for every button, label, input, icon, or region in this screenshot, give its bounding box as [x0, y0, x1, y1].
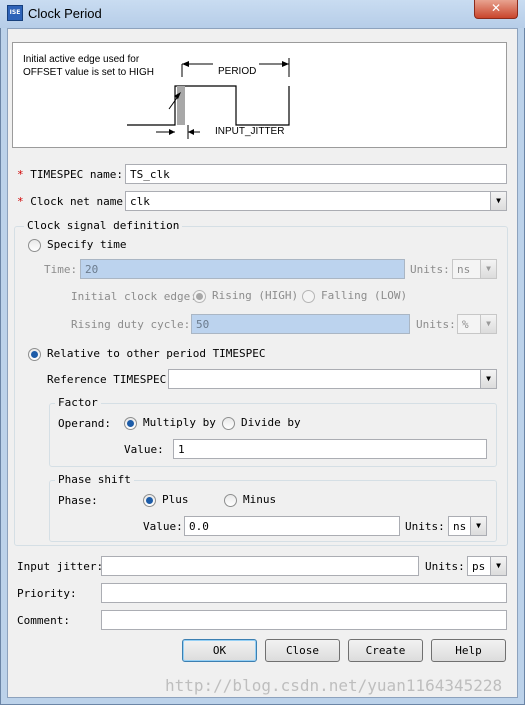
falling-low-radio[interactable]	[302, 290, 315, 303]
diagram-period-label: PERIOD	[218, 66, 257, 77]
clock-net-name-combo[interactable]: clk ▼	[125, 191, 507, 211]
minus-label[interactable]: Minus	[243, 493, 276, 506]
diagram-note-line-1: Initial active edge used for	[23, 54, 140, 65]
clock-signal-definition-title: Clock signal definition	[24, 219, 183, 232]
ise-app-icon: ISE	[7, 5, 23, 21]
diagram-note-line-2: OFFSET value is set to HIGH	[23, 67, 154, 78]
divide-by-radio[interactable]	[222, 417, 235, 430]
input-jitter-input[interactable]	[101, 556, 419, 576]
multiply-by-radio[interactable]	[124, 417, 137, 430]
phase-units-label: Units:	[405, 520, 445, 533]
chevron-down-icon[interactable]: ▼	[480, 370, 496, 388]
rising-high-label: Rising (HIGH)	[212, 289, 299, 302]
window-title: Clock Period	[28, 6, 102, 21]
phase-shift-title: Phase shift	[55, 473, 134, 486]
reference-timespec-combo[interactable]: ▼	[168, 369, 497, 389]
time-units-combo[interactable]: ns ▼	[452, 259, 497, 279]
timing-diagram: Initial active edge used for OFFSET valu…	[12, 42, 507, 148]
priority-label: Priority:	[17, 587, 77, 600]
input-jitter-label: Input jitter:	[17, 560, 104, 573]
timespec-name-label: * TIMESPEC name:	[17, 168, 123, 181]
chevron-down-icon[interactable]: ▼	[490, 192, 506, 210]
reference-timespec-label: Reference TIMESPEC:	[47, 373, 173, 386]
title-bar[interactable]: ISE Clock Period ✕	[0, 0, 525, 28]
rising-high-radio[interactable]	[193, 290, 206, 303]
divide-by-label[interactable]: Divide by	[241, 416, 301, 429]
help-button[interactable]: Help	[431, 639, 506, 662]
plus-radio[interactable]	[143, 494, 156, 507]
multiply-by-label[interactable]: Multiply by	[143, 416, 216, 429]
chevron-down-icon[interactable]: ▼	[470, 517, 486, 535]
comment-input[interactable]	[101, 610, 507, 630]
chevron-down-icon[interactable]: ▼	[490, 557, 506, 575]
phase-value-label: Value:	[143, 520, 183, 533]
diagram-input-jitter-label: INPUT_JITTER	[215, 126, 285, 137]
rising-duty-cycle-input[interactable]: 50	[191, 314, 410, 334]
time-label: Time:	[44, 263, 78, 276]
relative-timespec-label[interactable]: Relative to other period TIMESPEC	[47, 347, 266, 360]
watermark-text: http://blog.csdn.net/yuan1164345228	[165, 676, 503, 695]
chevron-down-icon[interactable]: ▼	[480, 315, 496, 333]
ok-button[interactable]: OK	[182, 639, 257, 662]
input-jitter-units-combo[interactable]: ps ▼	[467, 556, 507, 576]
phase-value-input[interactable]: 0.0	[184, 516, 400, 536]
duty-units-value: %	[462, 318, 469, 331]
factor-value-label: Value:	[124, 443, 164, 456]
plus-label[interactable]: Plus	[162, 493, 189, 506]
time-input[interactable]: 20	[80, 259, 405, 279]
duty-units-label: Units:	[416, 318, 456, 331]
rising-duty-cycle-label: Rising duty cycle:	[71, 318, 191, 331]
priority-input[interactable]	[101, 583, 507, 603]
create-button[interactable]: Create	[348, 639, 423, 662]
input-jitter-units-label: Units:	[425, 560, 465, 573]
factor-value-input[interactable]: 1	[173, 439, 487, 459]
close-button[interactable]: Close	[265, 639, 340, 662]
factor-title: Factor	[55, 396, 101, 409]
time-units-label: Units:	[410, 263, 450, 276]
required-marker: *	[17, 195, 24, 208]
initial-clock-edge-label: Initial clock edge:	[71, 290, 197, 303]
specify-time-radio[interactable]	[28, 239, 41, 252]
falling-low-label: Falling (LOW)	[321, 289, 408, 302]
operand-label: Operand:	[58, 417, 111, 430]
clock-net-name-label: * Clock net name:	[17, 195, 130, 208]
phase-units-value: ns	[453, 520, 467, 533]
duty-units-combo[interactable]: % ▼	[457, 314, 497, 334]
clock-net-name-value: clk	[130, 195, 150, 208]
timespec-name-input[interactable]: TS_clk	[125, 164, 507, 184]
input-jitter-units-value: ps	[472, 560, 486, 573]
phase-units-combo[interactable]: ns ▼	[448, 516, 487, 536]
window-close-button[interactable]: ✕	[474, 0, 518, 19]
minus-radio[interactable]	[224, 494, 237, 507]
specify-time-label[interactable]: Specify time	[47, 238, 126, 251]
phase-label: Phase:	[58, 494, 98, 507]
required-marker: *	[17, 168, 24, 181]
relative-timespec-radio[interactable]	[28, 348, 41, 361]
chevron-down-icon[interactable]: ▼	[480, 260, 496, 278]
comment-label: Comment:	[17, 614, 70, 627]
time-units-value: ns	[457, 263, 471, 276]
